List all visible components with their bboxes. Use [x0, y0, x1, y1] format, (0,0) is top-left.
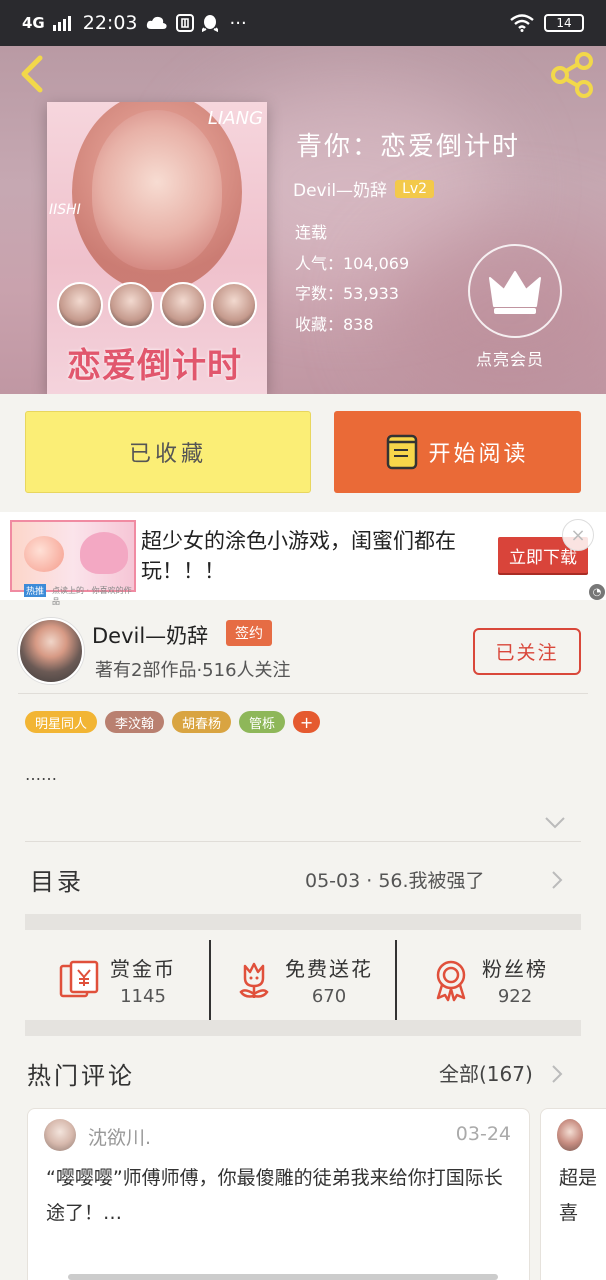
wifi-icon — [510, 14, 534, 32]
popularity: 人气：104,069 — [295, 253, 410, 273]
commenter-name[interactable]: 沈欲川. — [88, 1123, 151, 1150]
signed-badge: 签约 — [226, 620, 272, 646]
reward-coin-stat[interactable]: 赏金币 1145 — [25, 940, 209, 1020]
stats-row: 赏金币 1145 免费送花 670 粉丝榜 922 — [25, 940, 581, 1020]
book-description: …… — [25, 765, 57, 784]
status-bar: 4G 22:03 ··· 14 — [0, 0, 606, 46]
book-title: 青你：恋爱倒计时 — [296, 132, 521, 162]
comment-body: “嘤嘤嘤”师傅师傅，你最傻雕的徒弟我来给你打国际长途了！… — [46, 1167, 503, 1224]
cover-tag-side: IISHI — [49, 202, 81, 218]
author-stats: 著有2部作品·516人关注 — [95, 660, 291, 681]
book-meta: 连载 人气：104,069 字数：53,933 收藏：838 — [295, 218, 409, 340]
free-flower-stat[interactable]: 免费送花 670 — [209, 940, 395, 1020]
chevron-right-icon[interactable] — [551, 1064, 563, 1084]
follow-label: 已关注 — [495, 642, 559, 664]
ad-close-icon[interactable]: × — [562, 519, 594, 551]
word-count: 字数：53,933 — [295, 284, 399, 303]
collected-button[interactable]: 已收藏 — [25, 411, 311, 493]
cover-avatar — [57, 282, 103, 328]
divider — [25, 841, 581, 842]
more-icon: ··· — [229, 12, 247, 34]
commenter-avatar[interactable] — [44, 1119, 76, 1151]
battery-icon: 14 — [544, 14, 584, 32]
section-band — [25, 914, 581, 930]
status-time: 22:03 — [82, 12, 138, 34]
ad-art-heart — [80, 532, 128, 574]
stat-title: 粉丝榜 — [482, 957, 548, 981]
ad-mark-glyph: ◔ — [592, 586, 602, 598]
coin-envelope-icon — [59, 960, 99, 998]
comment-body: 超是喜 — [559, 1167, 598, 1224]
stat-title: 免费送花 — [285, 957, 373, 981]
book-cover[interactable]: LIANG IISHI 恋爱倒计时 — [47, 102, 267, 394]
tag-list: 明星同人 李汶翰 胡春杨 管栎 + — [25, 711, 321, 733]
fan-rank-stat[interactable]: 粉丝榜 922 — [395, 940, 581, 1020]
tag-chip[interactable]: 胡春杨 — [172, 711, 232, 733]
ad-mark-icon: ◔ — [589, 584, 605, 600]
medal-icon — [436, 960, 466, 1002]
share-icon[interactable] — [550, 52, 596, 98]
ad-art-peach — [24, 536, 64, 572]
start-reading-button[interactable]: 开始阅读 — [334, 411, 581, 493]
toc-latest-chapter[interactable]: 05-03 · 56.我被强了 — [305, 866, 485, 893]
cover-avatars — [57, 282, 257, 328]
signal-icon — [52, 16, 71, 31]
stat-title: 赏金币 — [110, 957, 176, 981]
battery-level: 14 — [556, 16, 572, 30]
stat-value: 670 — [311, 986, 347, 1007]
cover-art-face — [92, 110, 222, 270]
back-icon[interactable] — [16, 54, 48, 94]
comment-card[interactable]: 沈欲川. 03-24 “嘤嘤嘤”师傅师傅，你最傻雕的徒弟我来给你打国际长途了！… — [27, 1108, 530, 1280]
commenter-avatar[interactable] — [557, 1119, 583, 1151]
author-avatar[interactable] — [18, 618, 84, 684]
cover-avatar — [210, 282, 257, 328]
chevron-down-icon[interactable] — [544, 816, 566, 830]
flower-icon — [239, 962, 269, 998]
toc-label: 目录 — [30, 868, 84, 896]
all-comments-link[interactable]: 全部(167) — [439, 1058, 533, 1087]
tiktok-icon — [175, 14, 194, 32]
cover-avatar — [108, 282, 155, 328]
qq-icon — [201, 15, 218, 32]
tag-chip[interactable]: 明星同人 — [25, 711, 98, 733]
network-label: 4G — [22, 14, 45, 32]
tag-chip[interactable]: 管栎 — [239, 711, 286, 733]
ad-text[interactable]: 超少女的涂色小游戏，闺蜜们都在玩！！！ — [141, 526, 471, 586]
follow-button[interactable]: 已关注 — [473, 628, 581, 675]
stat-value: 922 — [497, 986, 533, 1007]
start-reading-label: 开始阅读 — [428, 442, 529, 467]
chevron-right-icon[interactable] — [551, 870, 563, 890]
vip-crown-button[interactable] — [468, 244, 562, 338]
ad-close-glyph: × — [570, 524, 586, 546]
level-badge: Lv2 — [395, 179, 435, 198]
collected-label: 已收藏 — [128, 442, 207, 467]
ad-image[interactable]: 热推 点读上的 · 你喜欢的作品 — [10, 520, 136, 606]
comment-date: 03-24 — [455, 1123, 511, 1145]
tag-more-button[interactable]: + — [293, 711, 321, 733]
header-author[interactable]: Devil—奶辞 — [293, 176, 387, 201]
cloud-icon — [146, 16, 167, 29]
serial-status: 连载 — [295, 223, 328, 242]
divider — [18, 693, 588, 694]
comment-card[interactable]: 超是喜 — [540, 1108, 606, 1280]
section-band — [25, 1020, 581, 1036]
card-scroll-indicator — [68, 1274, 498, 1280]
vip-label[interactable]: 点亮会员 — [476, 346, 544, 370]
favorites: 收藏：838 — [295, 314, 374, 334]
cover-title-art: 恋爱倒计时 — [67, 346, 242, 386]
author-name[interactable]: Devil—奶辞 — [92, 620, 208, 650]
ad-tag: 热推 — [24, 584, 47, 597]
stat-value: 1145 — [120, 986, 166, 1007]
tag-chip[interactable]: 李汶翰 — [105, 711, 165, 733]
cover-avatar — [159, 282, 206, 328]
book-icon — [387, 434, 418, 470]
crown-icon — [489, 271, 541, 314]
author-line: Devil—奶辞 Lv2 — [293, 176, 435, 201]
book-header: LIANG IISHI 恋爱倒计时 青你：恋爱倒计时 Devil—奶辞 Lv2 … — [0, 46, 606, 394]
cover-tag: LIANG — [207, 108, 263, 129]
hot-comments-title: 热门评论 — [27, 1062, 135, 1090]
ad-sub: 点读上的 · 你喜欢的作品 — [52, 586, 132, 606]
